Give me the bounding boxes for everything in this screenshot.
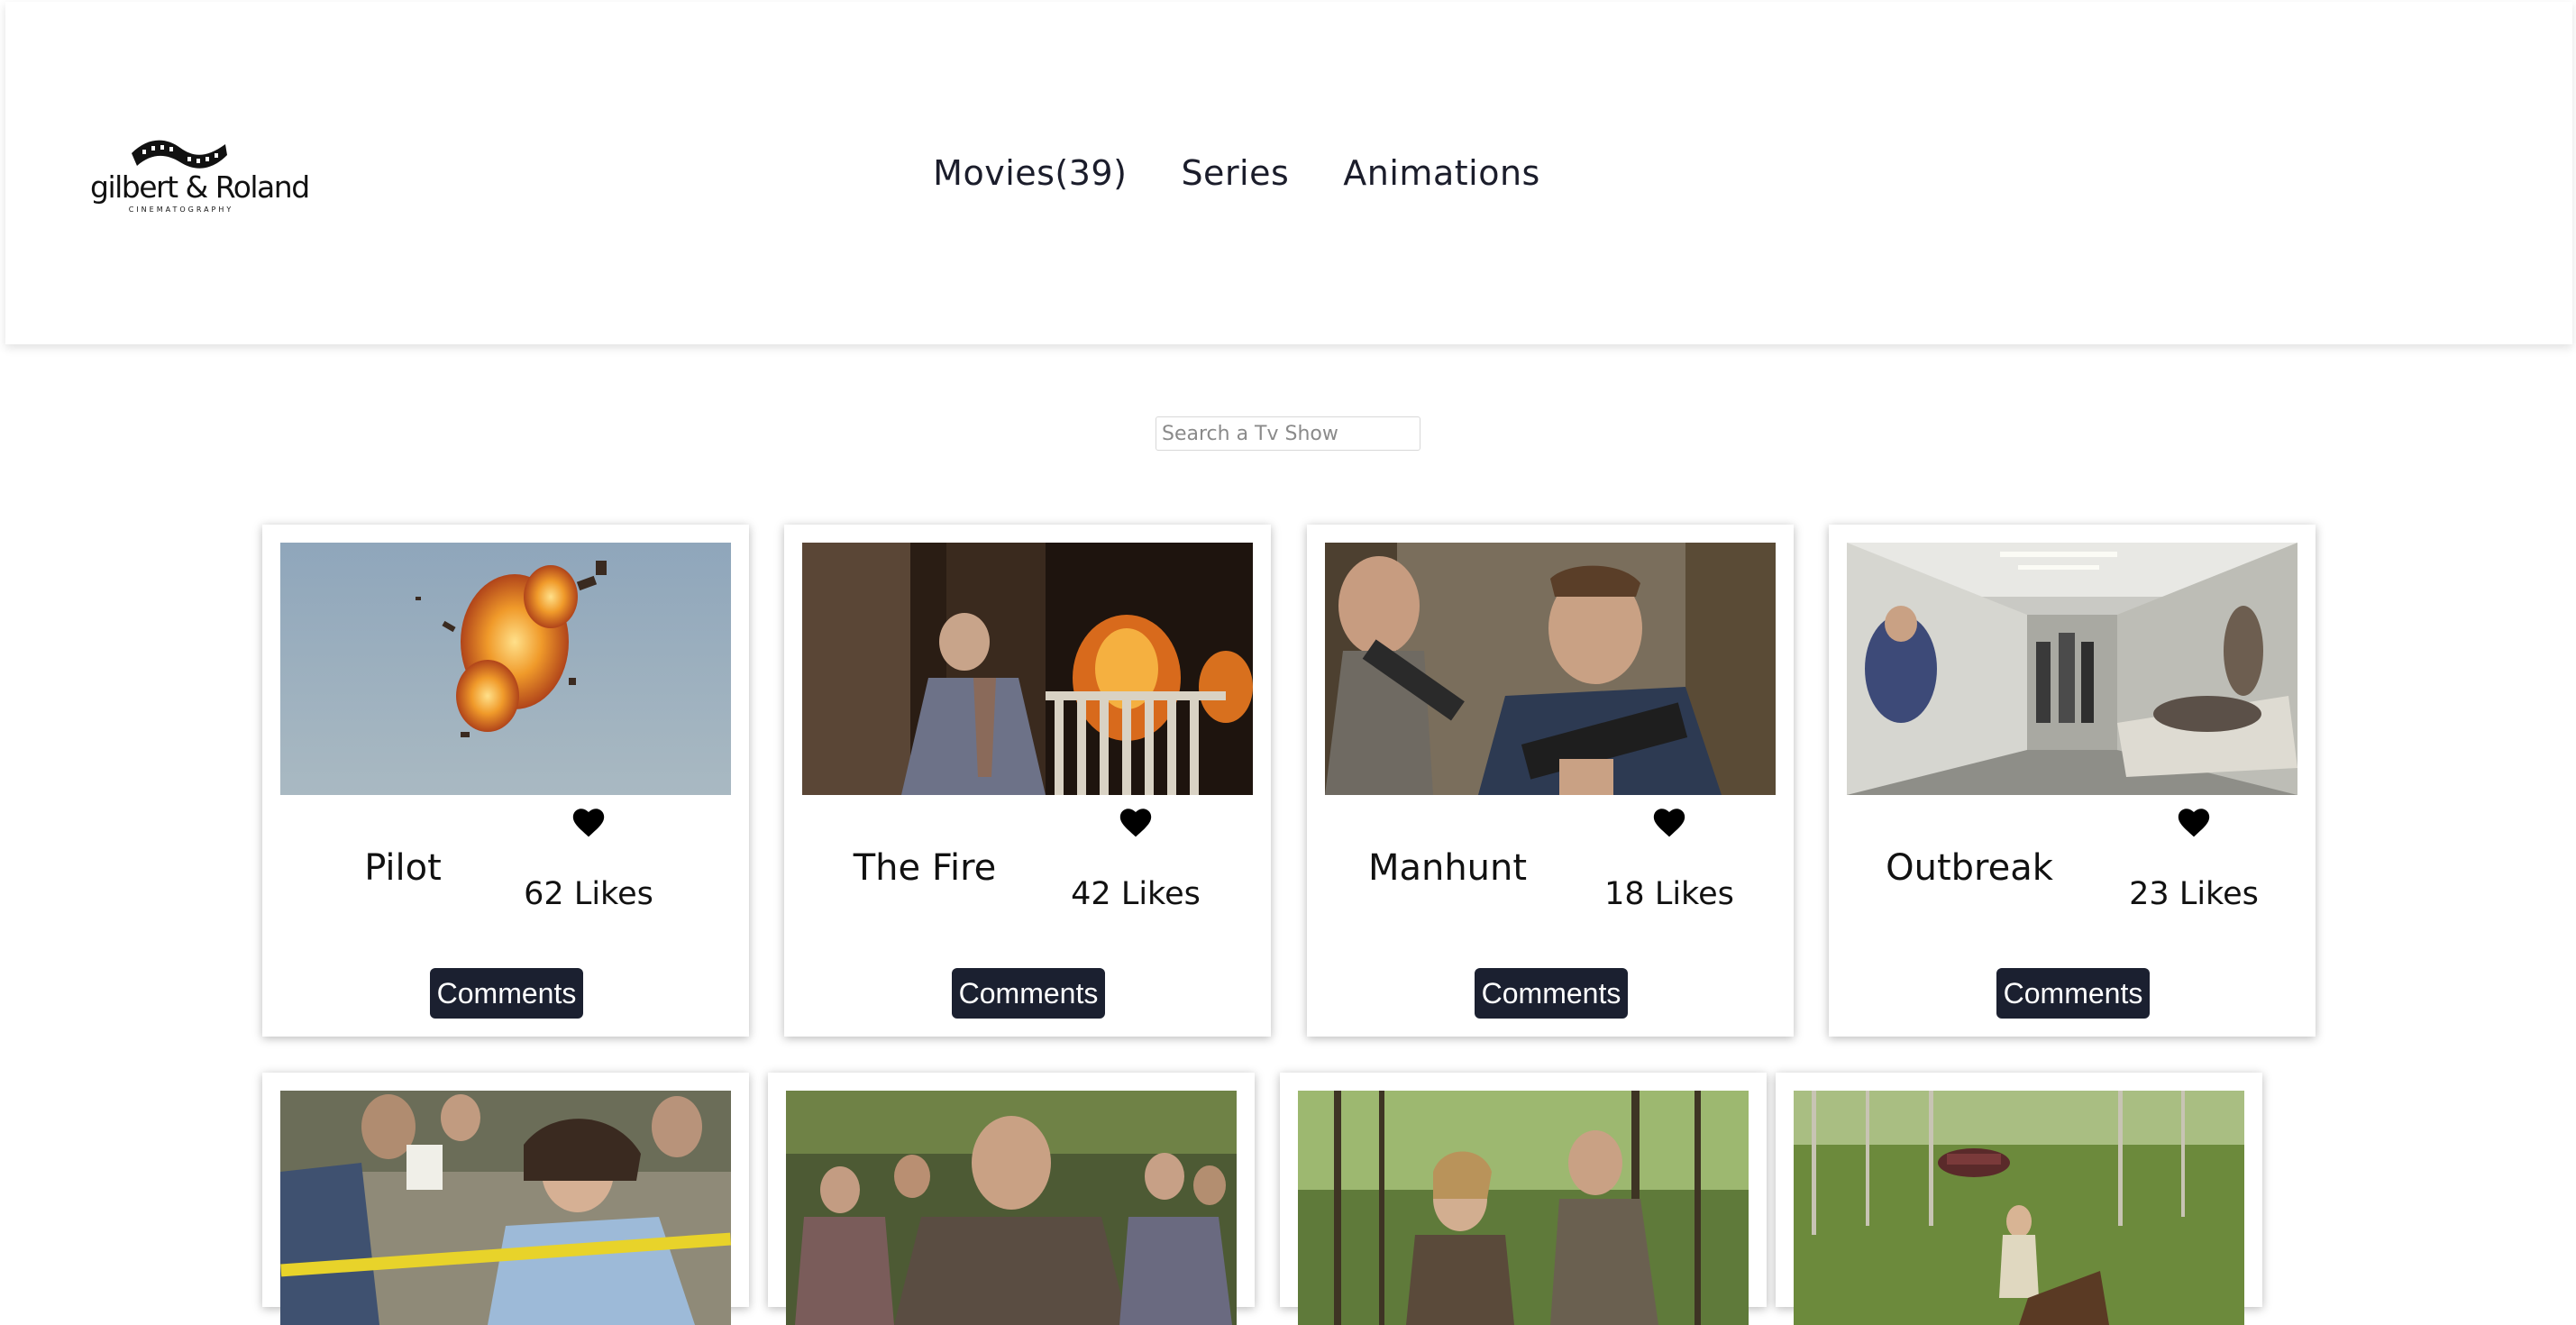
likes-count: 23 Likes <box>2129 876 2259 912</box>
main-nav: Movies(39) Series Animations <box>0 153 2520 193</box>
show-card <box>1776 1073 2262 1325</box>
heart-icon[interactable] <box>1651 806 1687 838</box>
comments-button[interactable]: Comments <box>430 968 583 1019</box>
show-title: Outbreak <box>1886 847 2053 889</box>
likes-count: 42 Likes <box>1071 876 1201 912</box>
show-card <box>768 1073 1255 1325</box>
show-thumbnail[interactable] <box>1325 543 1776 795</box>
nav-animations[interactable]: Animations <box>1343 153 1540 193</box>
show-thumbnail[interactable] <box>802 543 1253 795</box>
show-thumbnail[interactable] <box>280 1091 731 1325</box>
show-card: Outbreak 23 Likes Comments <box>1829 525 2316 1037</box>
likes-count: 18 Likes <box>1604 876 1734 912</box>
comments-button[interactable]: Comments <box>952 968 1105 1019</box>
show-thumbnail[interactable] <box>280 543 731 795</box>
show-card <box>1280 1073 1767 1325</box>
show-card <box>262 1073 749 1325</box>
likes-count: 62 Likes <box>524 876 653 912</box>
heart-icon[interactable] <box>571 806 607 838</box>
show-thumbnail[interactable] <box>786 1091 1237 1325</box>
brand-tagline: CINEMATOGRAPHY <box>128 206 234 214</box>
comments-button[interactable]: Comments <box>1996 968 2150 1019</box>
show-thumbnail[interactable] <box>1794 1091 2244 1325</box>
search-input[interactable] <box>1156 416 1420 451</box>
show-card: The Fire 42 Likes Comments <box>784 525 1271 1037</box>
nav-movies[interactable]: Movies(39) <box>933 153 1127 193</box>
site-header: gilbert & Roland CINEMATOGRAPHY Movies(3… <box>5 2 2572 344</box>
comments-button[interactable]: Comments <box>1475 968 1628 1019</box>
heart-icon[interactable] <box>1118 806 1154 838</box>
show-thumbnail[interactable] <box>1298 1091 1749 1325</box>
show-card: Pilot 62 Likes Comments <box>262 525 749 1037</box>
heart-icon[interactable] <box>2176 806 2212 838</box>
show-title: Manhunt <box>1367 847 1528 889</box>
show-card: Manhunt 18 Likes Comments <box>1307 525 1794 1037</box>
show-thumbnail[interactable] <box>1847 543 2297 795</box>
show-title: The Fire <box>853 847 997 889</box>
nav-series[interactable]: Series <box>1181 153 1289 193</box>
